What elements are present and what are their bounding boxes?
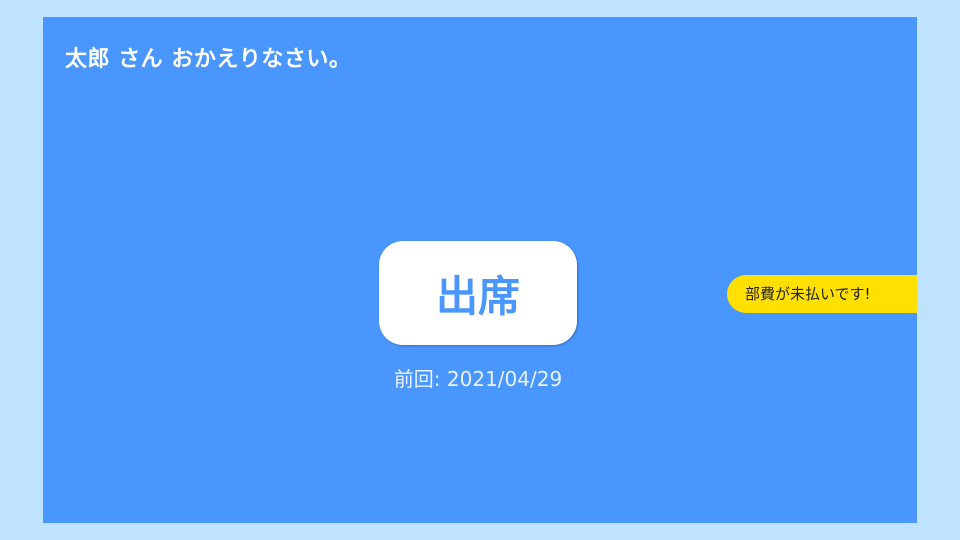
attend-button[interactable]: 出席 [379, 241, 577, 345]
welcome-message: 太郎 さん おかえりなさい。 [65, 47, 352, 72]
last-attendance-date: 前回: 2021/04/29 [393, 367, 563, 391]
unpaid-fee-badge: 部費が未払いです! [727, 275, 917, 313]
main-panel: 太郎 さん おかえりなさい。 出席 前回: 2021/04/29 部費が未払いで… [43, 17, 917, 523]
